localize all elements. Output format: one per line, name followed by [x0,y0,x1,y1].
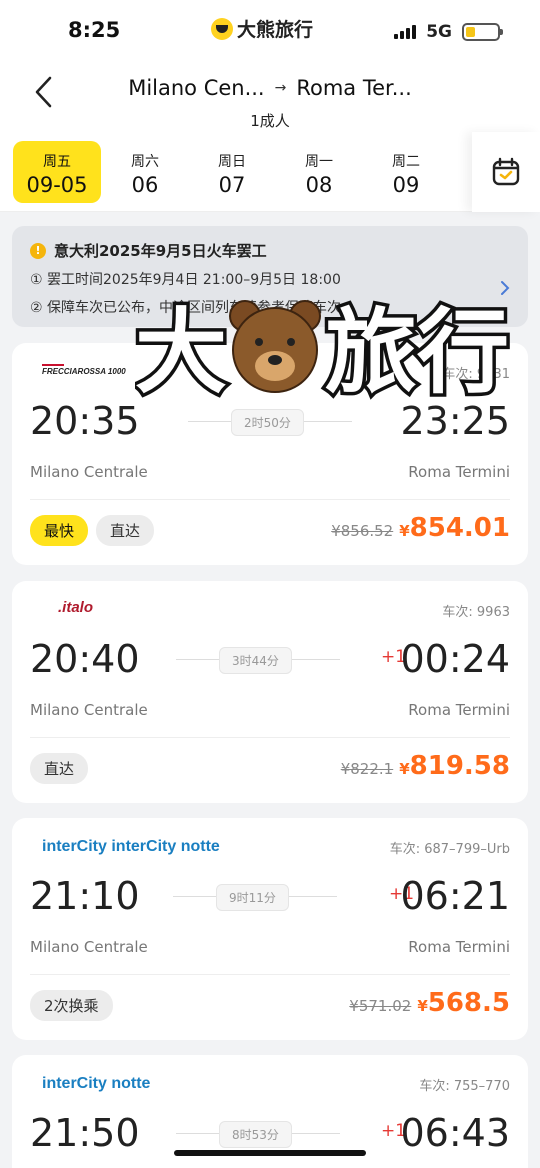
departure-time: 20:40 [30,637,140,681]
departure-time: 21:10 [30,874,140,918]
train-card[interactable]: interCity interCity notte 车次: 687–799–Ur… [12,818,528,1040]
date-tab-2[interactable]: 周日 07 [188,141,276,203]
train-number: 车次: 755–770 [419,1079,510,1094]
divider [30,737,510,738]
departure-station: Milano Centrale [30,938,148,956]
date-weekday: 周五 [43,154,71,170]
date-day: 09 [392,173,420,197]
home-indicator[interactable] [174,1150,366,1156]
duration-badge: 8时53分 [219,1121,292,1148]
arrival-station: Roma Termini [408,701,510,719]
train-number: 车次: 9531 [442,367,510,382]
train-card[interactable]: FRECCIAROSSA 1000 车次: 9531 20:35 2时50分 2… [12,343,528,565]
date-tab-0[interactable]: 周五 09-05 [13,141,101,203]
original-price: ¥856.52 [331,522,394,540]
train-card[interactable]: .italo 车次: 9963 20:40 3时44分 +1 00:24 Mil… [12,581,528,803]
duration-badge: 9时11分 [216,884,289,911]
departure-time: 21:50 [30,1111,140,1155]
arrival-time: 06:21 [400,874,510,918]
status-app-label: 大熊旅行 [211,15,313,42]
operator-name: FRECCIAROSSA 1000 [42,367,126,376]
tag-direct: 直达 [30,753,89,784]
date-weekday: 周一 [305,154,333,170]
date-day: 08 [305,173,333,197]
route-from: Milano Cen... [128,76,265,100]
intercity-logo: interCity interCity notte [42,836,220,856]
duration-badge: 2时50分 [231,409,304,436]
date-tab-1[interactable]: 周六 06 [101,141,189,203]
divider [30,499,510,500]
tag-fastest: 最快 [30,515,89,546]
departure-station: Milano Centrale [30,463,148,481]
original-price: ¥822.1 [340,760,394,778]
train-number: 车次: 9963 [442,605,510,620]
arrow-right-icon: → [274,80,287,96]
arrival-time: 00:24 [400,637,510,681]
date-selector: 周五 09-05 周六 06 周日 07 周一 08 周二 09 [0,132,540,212]
bear-logo-icon [211,17,233,40]
notice-title: 意大利2025年9月5日火车罢工 [54,242,267,260]
route-title: Milano Cen... → Roma Ter... [0,76,540,100]
operator-name: interCity notte [42,1075,151,1092]
departure-station: Milano Centrale [30,701,148,719]
date-weekday: 周二 [392,154,420,170]
italo-logo: .italo [58,597,93,616]
notice-line-1: ① 罢工时间2025年9月4日 21:00–9月5日 18:00 [30,272,341,288]
duration-badge: 3时44分 [219,647,292,674]
current-price: ¥568.5 [417,988,510,1018]
arrival-time: 23:25 [400,399,510,443]
train-number: 车次: 687–799–Urb [389,842,510,857]
divider [30,974,510,975]
date-weekday: 周六 [131,154,159,170]
date-tab-4[interactable]: 周二 09 [362,141,450,203]
arrival-station: Roma Termini [408,938,510,956]
tag-direct: 直达 [96,515,155,546]
status-bar: 8:25 大熊旅行 5G [0,0,540,62]
operator-name: .italo [58,599,94,616]
operator-name: interCity interCity notte [42,838,220,855]
arrival-station: Roma Termini [408,463,510,481]
original-price: ¥571.02 [349,997,412,1015]
nav-bar: Milano Cen... → Roma Ter... 1成人 [0,62,540,132]
network-type: 5G [426,22,452,42]
intercity-notte-logo: interCity notte [42,1073,150,1093]
calendar-icon [492,157,520,186]
signal-icon [394,25,417,39]
departure-time: 20:35 [30,399,140,443]
strike-notice[interactable]: ! 意大利2025年9月5日火车罢工 ① 罢工时间2025年9月4日 21:00… [12,226,528,327]
status-app-name: 大熊旅行 [237,19,314,41]
arrival-time: 06:43 [400,1111,510,1155]
calendar-button[interactable] [472,132,540,212]
date-day: 06 [131,173,159,197]
passenger-count: 1成人 [250,112,290,130]
warning-icon: ! [30,242,46,259]
notice-line-2: ② 保障车次已公布，中途区间列车请参考保障车次 [30,300,341,316]
battery-icon [462,23,503,41]
date-day: 09-05 [26,173,88,197]
tag-transfer: 2次换乘 [30,990,113,1021]
date-weekday: 周日 [218,154,246,170]
current-price: ¥854.01 [399,513,510,543]
route-to: Roma Ter... [296,76,412,100]
status-time: 8:25 [68,18,121,42]
current-price: ¥819.58 [399,751,510,781]
date-tab-3[interactable]: 周一 08 [275,141,363,203]
chevron-right-icon [501,281,510,295]
frecciarossa-logo: FRECCIAROSSA 1000 [42,361,132,380]
date-day: 07 [218,173,246,197]
